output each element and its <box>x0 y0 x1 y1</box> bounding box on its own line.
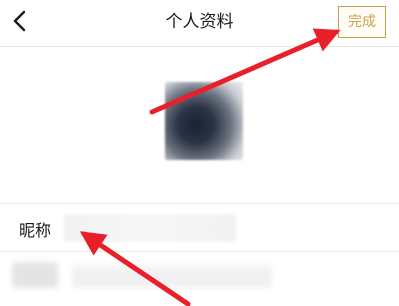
done-button[interactable]: 完成 <box>338 6 386 38</box>
blurred-label <box>12 262 58 288</box>
blurred-value <box>72 266 272 288</box>
profile-screen: 个人资料 完成 昵称 <box>0 0 399 306</box>
back-button[interactable] <box>6 7 34 35</box>
nickname-label: 昵称 <box>19 221 52 240</box>
profile-row[interactable] <box>0 252 399 306</box>
nickname-input[interactable] <box>64 214 236 242</box>
chevron-left-icon <box>13 10 26 32</box>
nickname-row[interactable]: 昵称 <box>0 204 399 252</box>
avatar[interactable] <box>165 82 243 160</box>
top-nav-bar: 个人资料 完成 <box>0 0 399 47</box>
